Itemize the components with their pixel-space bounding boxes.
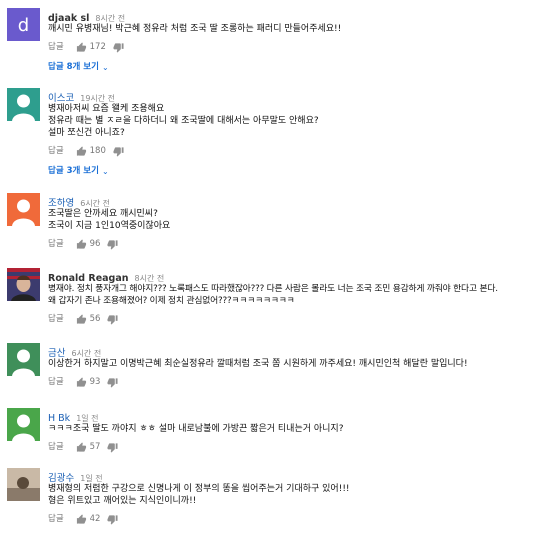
comment-text-line: 설마 쪼신건 아니죠? (48, 128, 125, 138)
comment-text-line: ㅋㅋㅋ조국 딸도 까야지 ㅎㅎ 설마 내로남불에 가방끈 짧은거 티내는거 아니… (48, 424, 344, 434)
thumbs-up-icon[interactable] (76, 376, 87, 388)
timestamp[interactable]: 6시간 전 (80, 199, 110, 208)
like-count: 42 (89, 514, 101, 524)
comment-text-line: 병재아저씨 요즘 왤케 조용해요 (48, 104, 165, 114)
thumbs-up-icon[interactable] (76, 41, 87, 53)
timestamp[interactable]: 19시간 전 (80, 94, 115, 103)
comment-body: 이스코 19시간 전 병재아저씨 요즘 왤케 조용해요정유라 때는 별 ㅈㄹ을 다하… (48, 88, 546, 178)
reply-button[interactable]: 답글 (48, 237, 64, 251)
comment-body: djaak sl 8시간 전 깨시민 유병재님! 박근혜 정유라 처럼 조국 딸 조… (48, 8, 546, 74)
comment-body: Ronald Reagan 8시간 전 병재야. 정치 풍자개그 해야지??? 노록… (48, 268, 546, 326)
thumbs-up-icon[interactable] (76, 238, 87, 250)
like-count: 57 (89, 442, 101, 452)
comment-body: H Bk 1일 전 ㅋㅋㅋ조국 딸도 까야지 ㅎㅎ 설마 내로남불에 가방끈 짧은거… (48, 408, 546, 454)
view-replies-link[interactable]: 답글 3개 보기 ⌄ (48, 165, 109, 178)
chevron-down-icon: ⌄ (101, 63, 109, 72)
timestamp[interactable]: 1일 전 (80, 474, 102, 483)
comment-text-line: 이상한거 하지말고 이명박근혜 최순실정유라 깔때처럼 조국 쫌 시원하게 까주… (48, 359, 468, 369)
comment-header: 금산 6시간 전 (48, 343, 546, 359)
avatar[interactable] (7, 88, 40, 121)
avatar[interactable] (7, 268, 40, 301)
view-replies-label: 답글 3개 보기 (48, 166, 99, 176)
reply-button[interactable]: 답글 (48, 512, 64, 526)
reply-button[interactable]: 답글 (48, 440, 64, 454)
reply-button[interactable]: 답글 (48, 144, 64, 158)
thumbs-down-icon[interactable] (107, 442, 119, 453)
comment-text-line: 조국딸은 안까세요 깨시민씨? (48, 209, 158, 219)
comment-list: d djaak sl 8시간 전 깨시민 유병재님! 박근혜 정유라 처럼 조국 딸 … (0, 0, 550, 536)
comment-text-line: 형은 위트있고 깨어있는 지식인이니까!! (48, 496, 197, 506)
comment-header: H Bk 1일 전 (48, 408, 546, 424)
comment-text-line: 병재야. 정치 풍자개그 해야지??? 노록패스도 따라했잖아??? 다른 사람… (48, 284, 498, 294)
comment-actions: 답글 56 (48, 312, 546, 326)
reply-button[interactable]: 답글 (48, 312, 64, 326)
timestamp[interactable]: 1일 전 (76, 414, 98, 423)
chevron-down-icon: ⌄ (101, 167, 109, 176)
thumbs-down-icon[interactable] (107, 377, 119, 388)
comment-body: 금산 6시간 전 이상한거 하지말고 이명박근혜 최순실정유라 깔때처럼 조국 쫌 … (48, 343, 546, 389)
comment-header: 조하영 6시간 전 (48, 193, 546, 209)
thumbs-up-icon[interactable] (76, 145, 87, 157)
thumbs-up-icon[interactable] (76, 441, 87, 453)
comment-actions: 답글 57 (48, 440, 546, 454)
thumbs-down-icon[interactable] (107, 239, 119, 250)
thumbs-down-icon[interactable] (113, 146, 124, 157)
comment-text-line: 정유라 때는 별 ㅈㄹ을 다하더니 왜 조국딸에 대해서는 아무말도 안해요? (48, 116, 319, 126)
reply-button[interactable]: 답글 (48, 375, 64, 389)
like-count: 93 (89, 377, 101, 387)
like-count: 56 (89, 314, 101, 324)
comment-actions: 답글 96 (48, 237, 546, 251)
avatar[interactable] (7, 193, 40, 226)
comment-text-line: 병재형의 저렴한 구강으로 신명나게 이 정부의 똥을 씹어주는거 기대하구 있… (48, 484, 350, 494)
like-count: 96 (89, 239, 101, 249)
comment-header: Ronald Reagan 8시간 전 (48, 268, 546, 284)
view-replies-link[interactable]: 답글 8개 보기 ⌄ (48, 61, 109, 74)
comment-actions: 답글 42 (48, 512, 546, 526)
comment-header: 김광수 1일 전 (48, 468, 546, 484)
avatar[interactable] (7, 343, 40, 376)
timestamp[interactable]: 8시간 전 (95, 14, 125, 23)
avatar[interactable] (7, 468, 40, 501)
comment-header: 이스코 19시간 전 (48, 88, 546, 104)
comment-text-line: 조국이 지금 1인10역중이잖아요 (48, 221, 171, 231)
reply-button[interactable]: 답글 (48, 40, 64, 54)
timestamp[interactable]: 8시간 전 (135, 274, 165, 283)
thumbs-down-icon[interactable] (107, 314, 119, 325)
like-count: 180 (89, 146, 106, 156)
comment-text-line: 왜 갑자기 존나 조용해졌어? 이제 정치 관심없어???ㅋㅋㅋㅋㅋㅋㅋㅋ (48, 296, 295, 306)
avatar[interactable]: d (7, 8, 40, 41)
comment-actions: 답글 180 (48, 144, 546, 158)
svg-text:d: d (18, 15, 29, 36)
like-count: 172 (89, 42, 106, 52)
thumbs-up-icon[interactable] (76, 513, 87, 525)
comment-body: 김광수 1일 전 병재형의 저렴한 구강으로 신명나게 이 정부의 똥을 씹어주는거… (48, 468, 546, 526)
comment-body: 조하영 6시간 전 조국딸은 안까세요 깨시민씨? 조국이 지금 1인10역중이잖아요… (48, 193, 546, 251)
thumbs-down-icon[interactable] (107, 514, 119, 525)
view-replies-label: 답글 8개 보기 (48, 62, 99, 72)
timestamp[interactable]: 6시간 전 (71, 349, 101, 358)
thumbs-down-icon[interactable] (113, 42, 124, 53)
comment-actions: 답글 172 (48, 40, 546, 54)
comment-header: djaak sl 8시간 전 (48, 8, 546, 24)
avatar[interactable] (7, 408, 40, 441)
comment-actions: 답글 93 (48, 375, 546, 389)
comment-text-line: 깨시민 유병재님! 박근혜 정유라 처럼 조국 딸 조롱하는 패러디 만들어주세… (48, 24, 342, 34)
thumbs-up-icon[interactable] (76, 313, 87, 325)
